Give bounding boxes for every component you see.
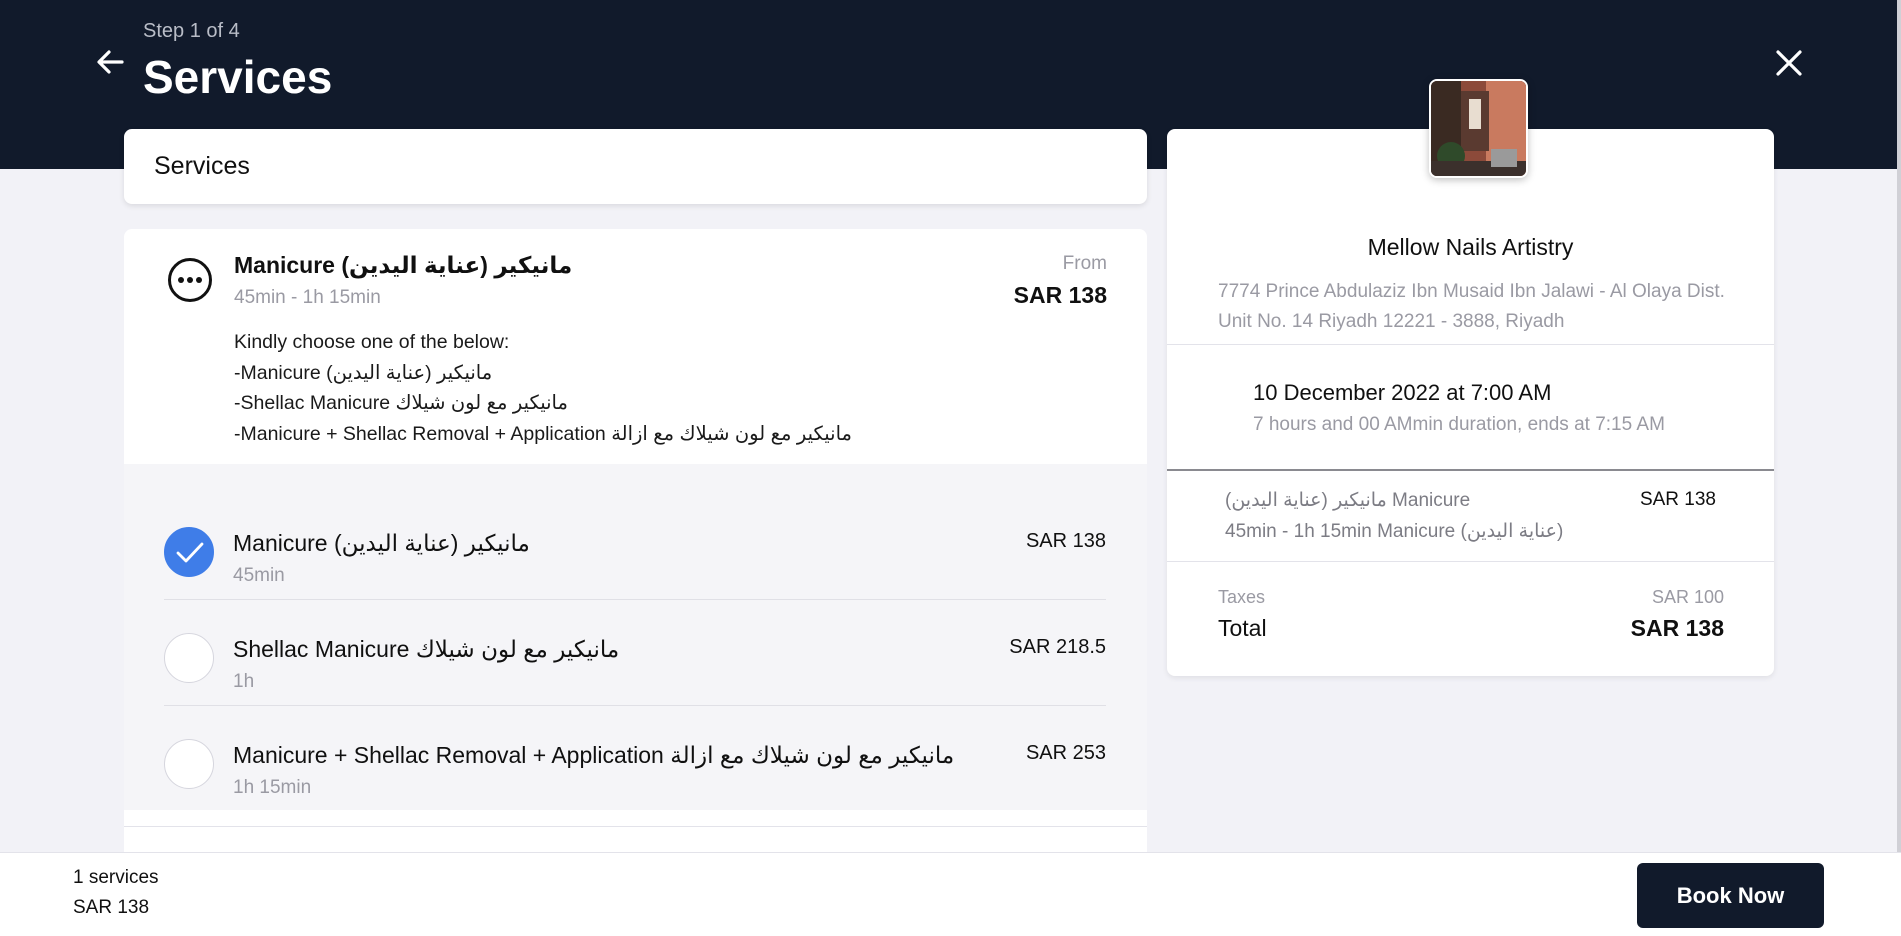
divider	[1167, 344, 1774, 345]
from-price: SAR 138	[1013, 282, 1107, 308]
service-option-shellac-manicure[interactable]: Shellac Manicure مانيكير مع لون شيلاك 1h…	[164, 616, 1106, 722]
service-description: Kindly choose one of the below: -Manicur…	[234, 327, 1114, 449]
venue-name: Mellow Nails Artistry	[1367, 234, 1574, 260]
description-line: -Manicure + Shellac Removal + Applicatio…	[234, 422, 852, 445]
close-icon	[1776, 50, 1802, 76]
service-group-card: Manicure مانيكير (عناية اليدين) 45min - …	[124, 229, 1147, 854]
page-title: Services	[143, 51, 333, 103]
selected-count: 1 services	[73, 867, 159, 888]
option-checkbox-checked[interactable]	[164, 527, 214, 577]
option-name: Shellac Manicure مانيكير مع لون شيلاك	[233, 636, 620, 662]
bottom-bar: 1 services SAR 138 Book Now	[0, 852, 1901, 936]
arrow-left-icon	[97, 50, 124, 74]
booking-duration: 7 hours and 00 AMmin duration, ends at 7…	[1253, 414, 1665, 435]
option-duration: 45min	[233, 565, 285, 586]
checkmark-icon	[176, 542, 204, 563]
venue-photo	[1429, 79, 1528, 178]
taxes-label: Taxes	[1218, 587, 1266, 607]
total-label: Total	[1218, 615, 1267, 641]
option-divider	[164, 599, 1106, 600]
option-price: SAR 138	[1025, 530, 1106, 552]
option-duration: 1h 15min	[233, 777, 312, 798]
service-group-duration: 45min - 1h 15min	[234, 287, 381, 308]
booking-summary-card: Mellow Nails Artistry 7774 Prince Abdula…	[1167, 129, 1774, 676]
summary-item-name: مانيكير (عناية اليدين) Manicure	[1225, 490, 1471, 511]
option-price: SAR 218.5	[1009, 636, 1106, 658]
from-label: From	[1062, 253, 1107, 274]
scrollbar[interactable]	[1897, 0, 1901, 852]
book-now-button[interactable]: Book Now	[1637, 863, 1824, 928]
venue-address: 7774 Prince Abdulaziz Ibn Musaid Ibn Jal…	[1218, 281, 1725, 332]
divider	[1167, 561, 1774, 562]
service-group-name: Manicure مانيكير (عناية اليدين)	[234, 252, 573, 278]
service-option-manicure-shellac-removal[interactable]: Manicure + Shellac Removal + Application…	[164, 722, 1106, 828]
service-option-manicure[interactable]: Manicure مانيكير (عناية اليدين) 45min SA…	[164, 510, 1106, 616]
description-line: -Manicure مانيكير (عناية اليدين)	[234, 361, 493, 384]
description-line: Kindly choose one of the below:	[234, 331, 510, 353]
group-divider	[124, 826, 1147, 827]
option-checkbox[interactable]	[164, 739, 214, 789]
booking-date: 10 December 2022 at 7:00 AM	[1253, 380, 1552, 405]
more-options-icon	[168, 258, 212, 302]
option-name: Manicure مانيكير (عناية اليدين)	[233, 530, 530, 556]
option-name: Manicure + Shellac Removal + Application…	[233, 742, 955, 768]
option-checkbox[interactable]	[164, 633, 214, 683]
venue-photo-image	[1431, 81, 1526, 176]
selected-price: SAR 138	[73, 897, 150, 918]
divider	[1167, 469, 1774, 471]
service-options-list: Manicure مانيكير (عناية اليدين) 45min SA…	[124, 464, 1147, 810]
total-value: SAR 138	[1630, 615, 1724, 641]
summary-item-detail: 45min - 1h 15min Manicure (عناية اليدين)	[1225, 521, 1564, 542]
services-section-header: Services	[124, 129, 1147, 204]
taxes-value: SAR 100	[1651, 587, 1724, 607]
step-indicator: Step 1 of 4	[143, 20, 240, 42]
summary-item-price: SAR 138	[1639, 489, 1716, 510]
back-button[interactable]	[92, 44, 128, 80]
description-line: -Shellac Manicure مانيكير مع لون شيلاك	[234, 392, 568, 414]
section-title: Services	[154, 152, 250, 180]
option-price: SAR 253	[1025, 742, 1106, 764]
option-duration: 1h	[233, 671, 255, 692]
close-button[interactable]	[1772, 46, 1806, 80]
option-divider	[164, 705, 1106, 706]
